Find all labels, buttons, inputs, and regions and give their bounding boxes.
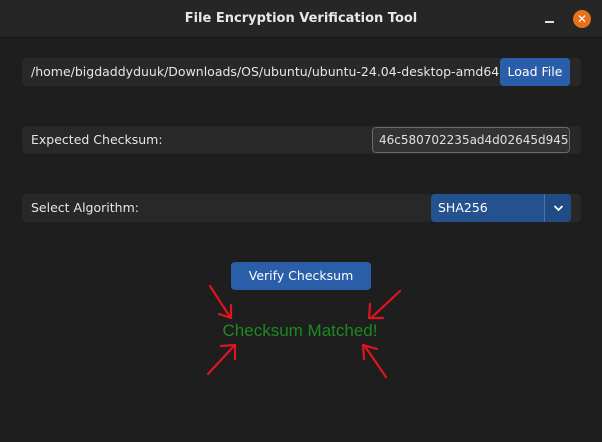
arrow-bottom-right-icon (361, 343, 388, 379)
expected-checksum-label: Expected Checksum: (31, 132, 163, 147)
window-title: File Encryption Verification Tool (184, 11, 418, 26)
app-window: File Encryption Verification Tool ✕ /hom… (0, 0, 602, 442)
arrow-bottom-left-icon (206, 343, 237, 376)
expected-checksum-input[interactable]: 46c580702235ad4d02645d9455 (372, 127, 570, 153)
result-message: Checksum Matched! (222, 321, 378, 340)
algorithm-selected-value: SHA256 (438, 200, 488, 215)
chevron-down-icon (553, 205, 564, 212)
close-button[interactable]: ✕ (573, 10, 591, 28)
minimize-button[interactable] (540, 9, 560, 29)
title-bar: File Encryption Verification Tool ✕ (0, 0, 602, 38)
close-icon: ✕ (576, 12, 588, 26)
dropdown-toggle[interactable] (544, 194, 571, 222)
file-path-label: /home/bigdaddyduuk/Downloads/OS/ubuntu/u… (31, 64, 521, 79)
algorithm-row: Select Algorithm: SHA256 (22, 194, 581, 222)
file-row: /home/bigdaddyduuk/Downloads/OS/ubuntu/u… (22, 58, 581, 86)
checksum-row: Expected Checksum: 46c580702235ad4d02645… (22, 126, 581, 154)
arrow-top-right-icon (367, 289, 402, 320)
arrow-top-left-icon (208, 284, 233, 320)
algorithm-select[interactable]: SHA256 (431, 194, 571, 222)
verify-checksum-button[interactable]: Verify Checksum (231, 262, 371, 290)
load-file-button[interactable]: Load File (500, 58, 570, 86)
select-algorithm-label: Select Algorithm: (31, 200, 139, 215)
